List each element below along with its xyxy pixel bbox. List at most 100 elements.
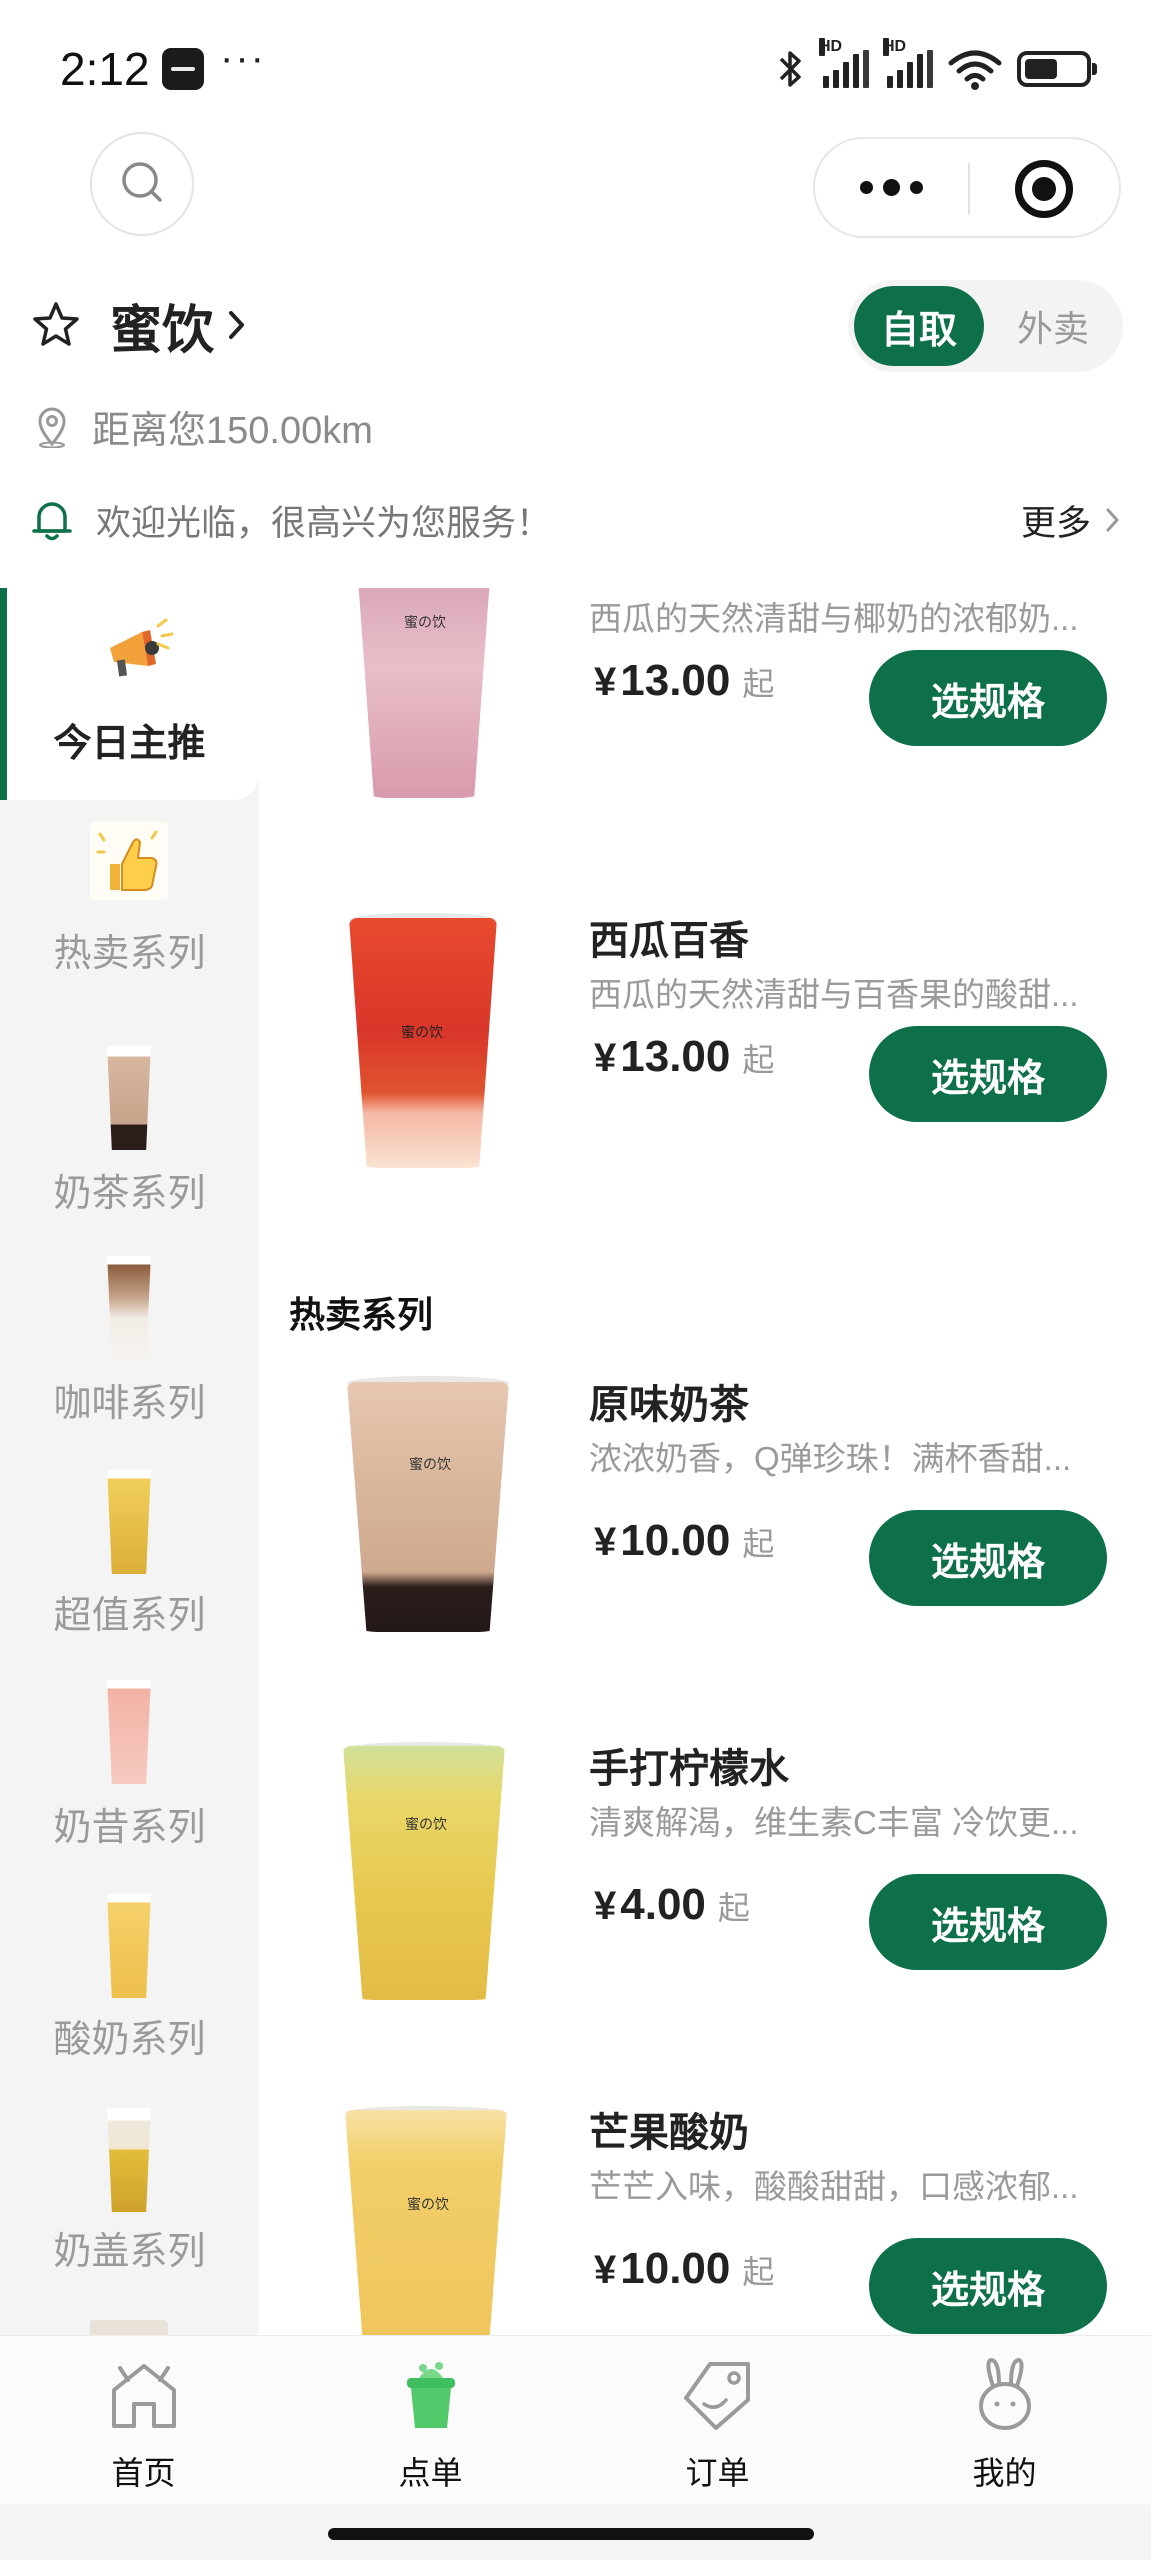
product-price: ¥13.00 起 bbox=[594, 656, 775, 705]
home-icon bbox=[112, 2364, 176, 2428]
product-desc: 芒芒入味，酸酸甜甜，口感浓郁... bbox=[589, 2168, 1079, 2205]
megaphone-icon bbox=[110, 618, 174, 677]
notice-more-link[interactable]: 更多 bbox=[1021, 495, 1091, 546]
capsule-divider bbox=[968, 163, 970, 215]
category-value[interactable]: 超值系列 bbox=[0, 1448, 259, 1660]
tab-label: 首页 bbox=[111, 2455, 176, 2491]
wifi-icon bbox=[948, 50, 1002, 90]
thumbs-up-icon bbox=[90, 822, 168, 900]
notice-bar[interactable]: 欢迎光临，很高兴为您服务！ 更多 bbox=[30, 492, 1121, 548]
select-spec-button[interactable]: 选规格 bbox=[869, 650, 1107, 746]
tab-profile[interactable]: 我的 bbox=[861, 2336, 1148, 2506]
product-desc: 清爽解渴，维生素C丰富 冷饮更... bbox=[589, 1804, 1079, 1841]
coffee-thumbnail bbox=[107, 1256, 151, 1360]
order-cup-icon bbox=[407, 2362, 455, 2428]
product-image: 蜜の饮 bbox=[345, 2110, 507, 2335]
product-price: ¥10.00 起 bbox=[594, 2244, 775, 2293]
tab-home[interactable]: 首页 bbox=[0, 2336, 287, 2506]
signal-icon: HD bbox=[883, 38, 933, 88]
delivery-mode-button[interactable]: 外卖 bbox=[998, 286, 1108, 366]
category-label: 奶盖系列 bbox=[53, 2231, 206, 2273]
distance-row: 距离您150.00km bbox=[32, 396, 373, 456]
product-desc: 西瓜的天然清甜与百香果的酸甜... bbox=[589, 976, 1079, 1013]
product-name: 芒果酸奶 bbox=[589, 2111, 749, 2155]
product-name: 手打柠檬水 bbox=[589, 1747, 789, 1791]
search-button[interactable] bbox=[90, 132, 194, 236]
tab-label: 我的 bbox=[972, 2455, 1037, 2491]
product-card[interactable]: 蜜の饮 原味奶茶 浓浓奶香，Q弹珍珠！满杯香甜... ¥10.00 起 选规格 bbox=[259, 1372, 1151, 1732]
category-coffee[interactable]: 咖啡系列 bbox=[0, 1236, 259, 1448]
distance-text: 距离您150.00km bbox=[92, 409, 373, 452]
location-pin-icon bbox=[38, 407, 66, 448]
recorder-app-icon bbox=[162, 48, 204, 90]
select-spec-button[interactable]: 选规格 bbox=[869, 1026, 1107, 1122]
bottom-tab-bar: 首页 点单 订单 我的 bbox=[0, 2335, 1151, 2505]
product-price: ¥10.00 起 bbox=[594, 1516, 775, 1565]
category-label: 咖啡系列 bbox=[53, 1383, 206, 1425]
status-bar: 2:12 ··· HD HD bbox=[0, 0, 1151, 130]
product-name: 西瓜百香 bbox=[589, 919, 749, 963]
tab-orders[interactable]: 订单 bbox=[574, 2336, 861, 2506]
signal-icon: HD bbox=[819, 38, 869, 88]
more-dots-icon[interactable] bbox=[815, 139, 967, 236]
category-partial[interactable] bbox=[0, 2320, 259, 2335]
partial-thumbnail bbox=[90, 2320, 168, 2335]
status-time: 2:12 bbox=[60, 43, 150, 95]
notice-text: 欢迎光临，很高兴为您服务！ bbox=[96, 503, 552, 543]
cheese-foam-thumbnail bbox=[107, 2108, 151, 2212]
profile-rabbit-icon bbox=[979, 2357, 1031, 2430]
product-desc: 西瓜的天然清甜与椰奶的浓郁奶... bbox=[589, 600, 1079, 637]
shop-name[interactable]: 蜜饮 bbox=[110, 288, 214, 363]
product-card[interactable]: 蜜の饮 手打柠檬水 清爽解渴，维生素C丰富 冷饮更... ¥4.00 起 选规格 bbox=[259, 1736, 1151, 2096]
category-hot-sale[interactable]: 热卖系列 bbox=[0, 800, 259, 1024]
battery-icon bbox=[1017, 51, 1097, 87]
miniprogram-capsule bbox=[813, 137, 1121, 238]
orders-tag-icon bbox=[684, 2362, 750, 2430]
yogurt-thumbnail bbox=[107, 1894, 151, 1998]
product-card[interactable]: 蜜の饮 芒果酸奶 芒芒入味，酸酸甜甜，口感浓郁... ¥10.00 起 选规格 bbox=[259, 2100, 1151, 2335]
milkshake-thumbnail bbox=[107, 1680, 151, 1784]
product-price: ¥13.00 起 bbox=[594, 1032, 775, 1081]
category-milk-tea[interactable]: 奶茶系列 bbox=[0, 1024, 259, 1236]
category-cheese-foam[interactable]: 奶盖系列 bbox=[0, 2084, 259, 2296]
chevron-right-icon bbox=[1106, 508, 1119, 532]
product-card[interactable]: 蜜の饮 西瓜百香 西瓜的天然清甜与百香果的酸甜... ¥13.00 起 选规格 bbox=[259, 888, 1151, 1248]
product-desc: 浓浓奶香，Q弹珍珠！满杯香甜... bbox=[589, 1440, 1072, 1477]
category-label: 今日主推 bbox=[53, 723, 206, 765]
category-label: 热卖系列 bbox=[53, 933, 206, 975]
category-today-recommended[interactable]: 今日主推 bbox=[0, 588, 259, 800]
bell-icon bbox=[32, 502, 72, 541]
home-indicator[interactable] bbox=[328, 2528, 814, 2540]
product-price: ¥4.00 起 bbox=[594, 1880, 750, 1929]
search-icon bbox=[122, 162, 162, 202]
tab-label: 订单 bbox=[685, 2455, 750, 2491]
chevron-right-icon bbox=[229, 311, 245, 339]
order-mode-toggle: 自取 外卖 bbox=[848, 280, 1123, 372]
product-list[interactable]: 蜜の饮 西瓜的天然清甜与椰奶的浓郁奶... ¥13.00 起 选规格 蜜の饮 西瓜… bbox=[259, 588, 1151, 2335]
product-card[interactable]: 蜜の饮 西瓜的天然清甜与椰奶的浓郁奶... ¥13.00 起 选规格 bbox=[259, 588, 1151, 798]
product-image: 蜜の饮 bbox=[349, 918, 497, 1168]
category-label: 酸奶系列 bbox=[53, 2019, 206, 2061]
bluetooth-icon bbox=[779, 51, 801, 87]
tab-order[interactable]: 点单 bbox=[287, 2336, 574, 2506]
status-icons: HD HD bbox=[777, 38, 1097, 94]
product-image: 蜜の饮 bbox=[347, 1382, 509, 1632]
select-spec-button[interactable]: 选规格 bbox=[869, 2238, 1107, 2334]
target-close-icon[interactable] bbox=[1015, 160, 1073, 218]
star-icon[interactable] bbox=[30, 299, 82, 351]
category-label: 奶昔系列 bbox=[53, 1807, 206, 1849]
section-title: 热卖系列 bbox=[289, 1294, 434, 1335]
category-milkshake[interactable]: 奶昔系列 bbox=[0, 1660, 259, 1872]
milk-tea-thumbnail bbox=[107, 1046, 151, 1150]
product-image: 蜜の饮 bbox=[358, 588, 490, 798]
status-more-indicator: ··· bbox=[220, 36, 266, 80]
category-label: 奶茶系列 bbox=[53, 1173, 206, 1215]
pickup-mode-button[interactable]: 自取 bbox=[854, 286, 984, 366]
shop-header[interactable]: 蜜饮 bbox=[30, 290, 248, 360]
category-yogurt[interactable]: 酸奶系列 bbox=[0, 1872, 259, 2084]
select-spec-button[interactable]: 选规格 bbox=[869, 1510, 1107, 1606]
select-spec-button[interactable]: 选规格 bbox=[869, 1874, 1107, 1970]
product-image: 蜜の饮 bbox=[343, 1746, 505, 2000]
tab-label: 点单 bbox=[398, 2455, 463, 2491]
category-sidebar[interactable]: 今日主推 热卖系列 奶茶系列 咖啡系列 超值系列 奶昔系列 酸奶系列 奶盖系列 bbox=[0, 588, 259, 2335]
